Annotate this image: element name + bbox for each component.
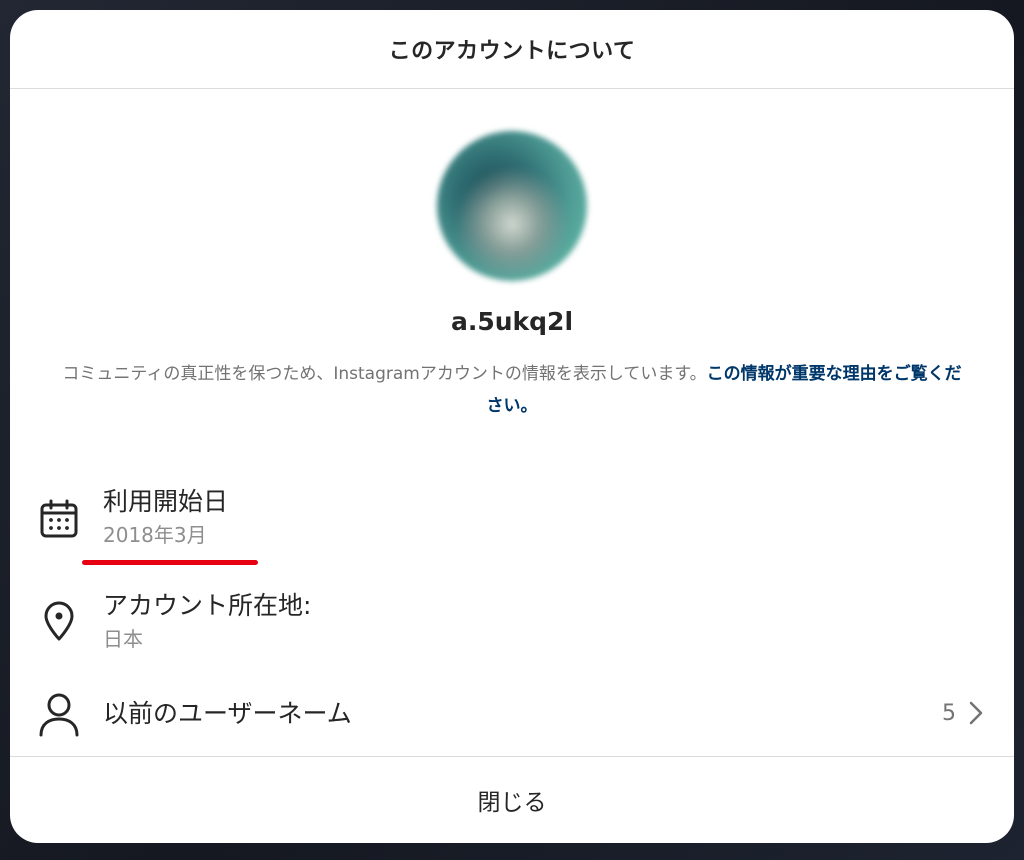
chevron-right-icon	[969, 701, 983, 725]
location-pin-icon	[36, 598, 82, 644]
dialog-header: このアカウントについて	[10, 10, 1014, 89]
dialog-footer: 閉じる	[10, 756, 1014, 843]
highlight-underline	[82, 560, 258, 565]
joined-date-label: 利用開始日	[103, 487, 229, 516]
calendar-icon	[36, 496, 82, 542]
former-usernames-count: 5	[942, 700, 956, 726]
former-usernames-meta: 5	[942, 700, 984, 726]
account-location-label: アカウント所在地:	[103, 591, 312, 620]
info-description: コミュニティの真正性を保つため、Instagramアカウントの情報を表示していま…	[62, 358, 962, 422]
former-usernames-label: 以前のユーザーネーム	[103, 699, 352, 728]
user-icon	[36, 692, 82, 738]
close-button[interactable]: 閉じる	[454, 775, 571, 825]
about-account-dialog: このアカウントについて a.5ukq2l コミュニティの真正性を保つため、Ins…	[10, 10, 1014, 843]
account-location-value: 日本	[103, 627, 143, 651]
joined-date-text: 利用開始日 2018年3月	[103, 486, 228, 550]
info-description-text: コミュニティの真正性を保つため、Instagramアカウントの情報を表示していま…	[62, 364, 707, 384]
account-location-row: アカウント所在地: 日本	[10, 578, 1014, 658]
joined-date-row: 利用開始日 2018年3月	[10, 472, 1014, 565]
joined-date-value: 2018年3月	[103, 523, 207, 547]
username: a.5ukq2l	[450, 307, 574, 336]
profile-section: a.5ukq2l コミュニティの真正性を保つため、Instagramアカウントの…	[10, 89, 1014, 422]
avatar	[437, 131, 587, 281]
account-location-text: アカウント所在地: 日本	[103, 590, 311, 654]
former-usernames-row[interactable]: 以前のユーザーネーム 5	[10, 686, 1014, 744]
former-usernames-text: 以前のユーザーネーム	[103, 698, 352, 730]
dialog-title: このアカウントについて	[388, 39, 636, 64]
